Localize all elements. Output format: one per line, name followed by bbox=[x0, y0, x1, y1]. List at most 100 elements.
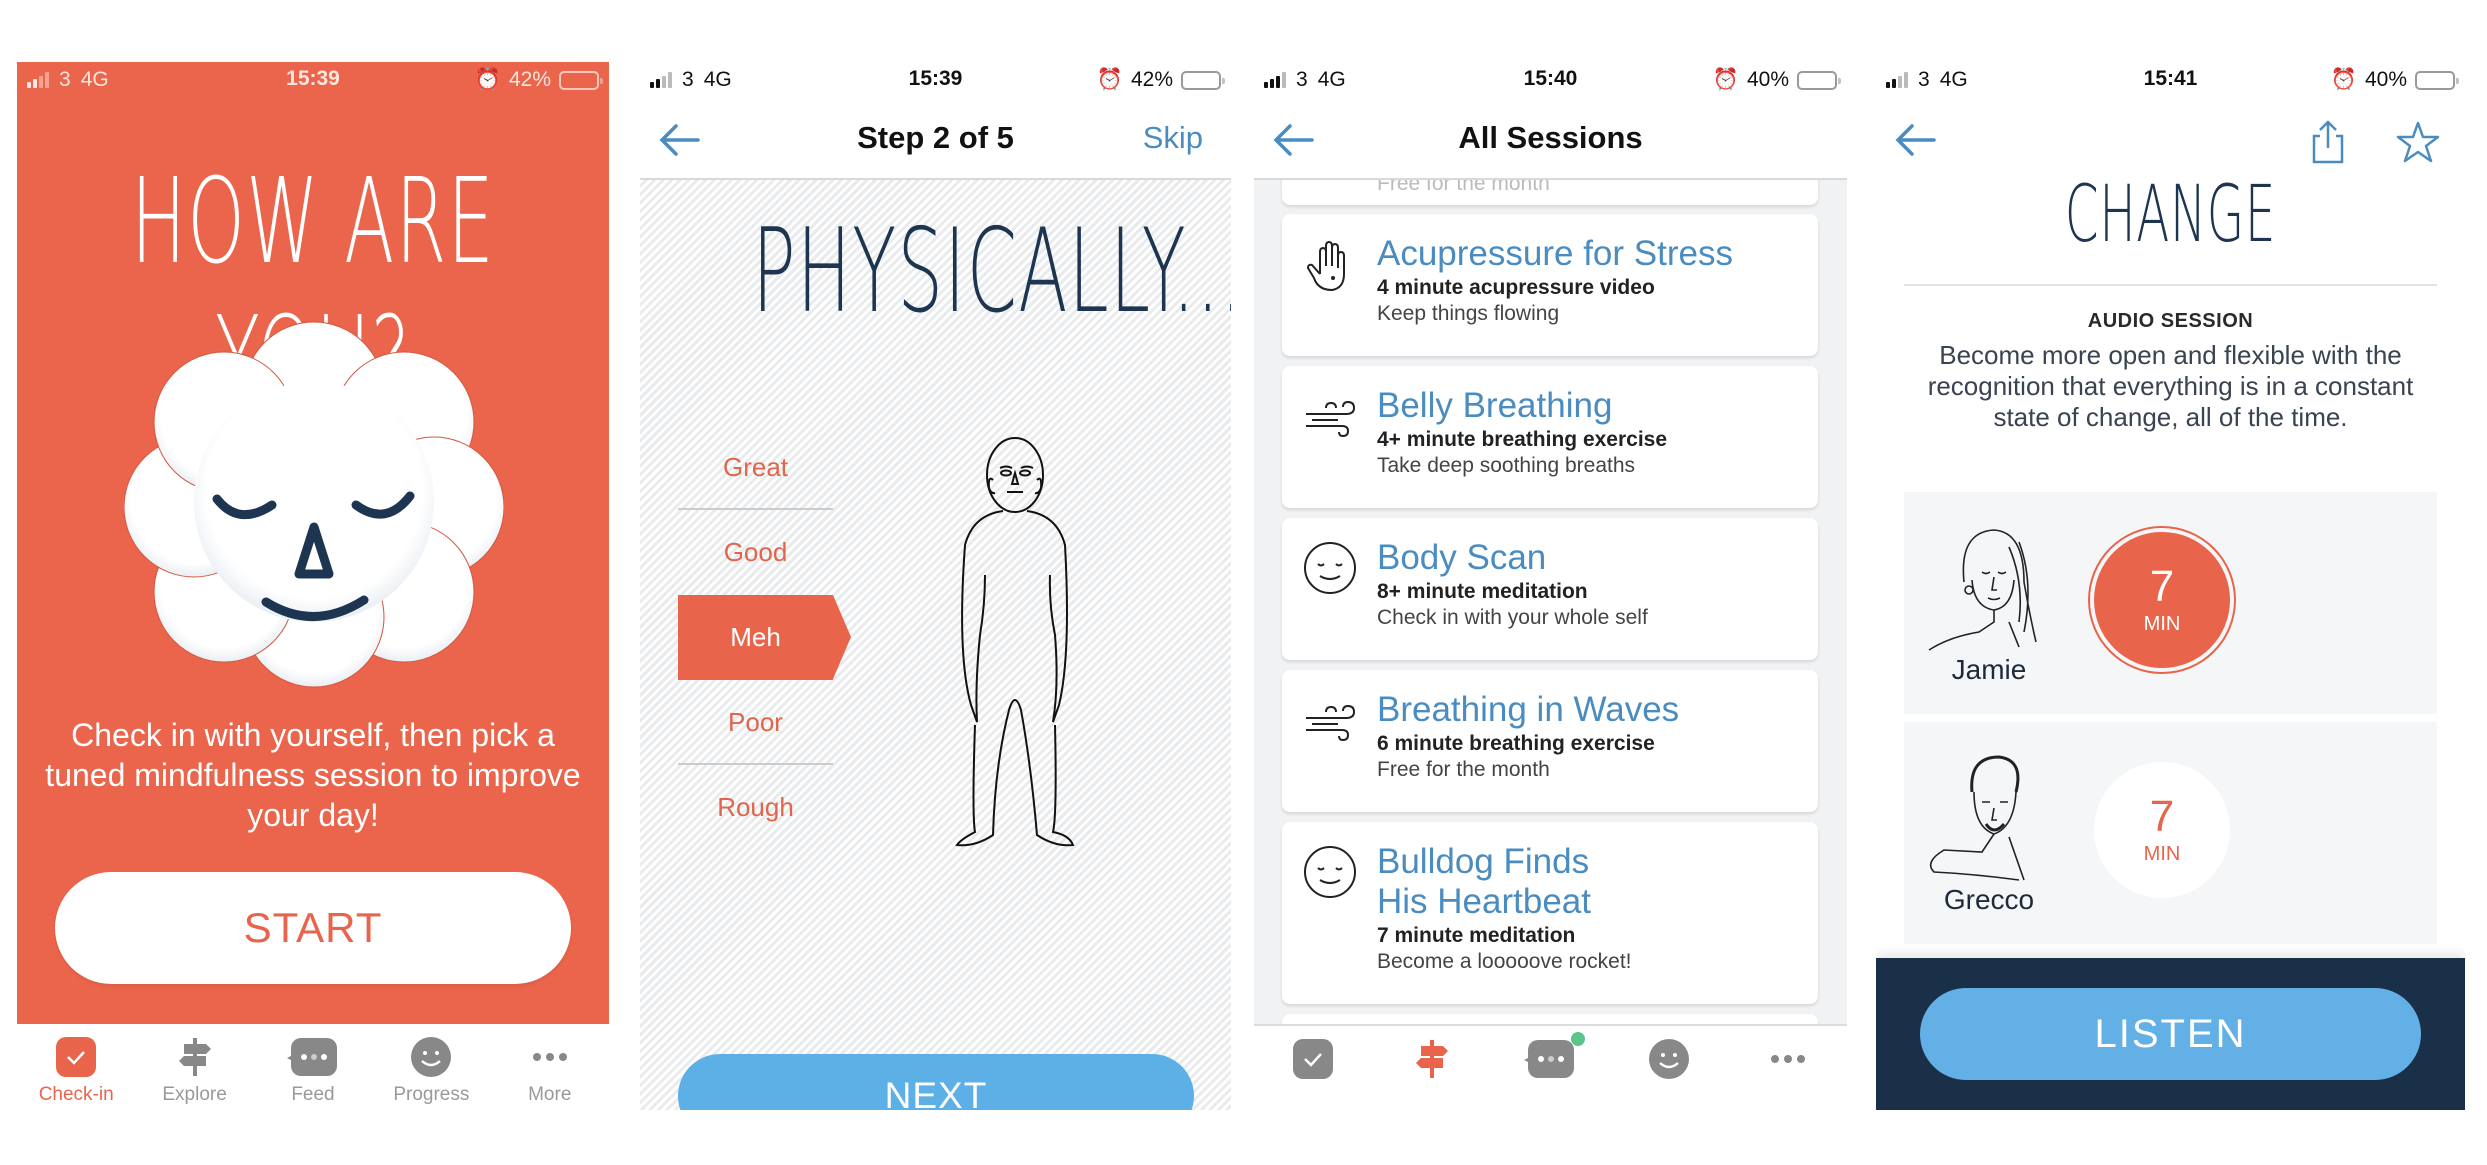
mood-selector: Great Good Meh Poor Rough bbox=[678, 425, 851, 850]
smiley-icon bbox=[411, 1037, 452, 1077]
tab-bar bbox=[1254, 1024, 1847, 1110]
session-card[interactable]: Acupressure for Stress 4 minute acupress… bbox=[1282, 214, 1818, 356]
session-title: CHANGE bbox=[2064, 170, 2277, 260]
session-title: Bulldog Finds His Heartbeat bbox=[1377, 842, 1591, 921]
start-button[interactable]: START bbox=[55, 872, 571, 984]
cloud-face-logo bbox=[124, 321, 504, 688]
calm-face-icon bbox=[1304, 846, 1356, 898]
wind-icon bbox=[1306, 704, 1356, 742]
mood-option-great[interactable]: Great bbox=[678, 425, 833, 510]
session-card[interactable]: Breathing in Waves 6 minute breathing ex… bbox=[1282, 670, 1818, 812]
guide-row-grecco[interactable]: Grecco 7 MIN bbox=[1904, 722, 2437, 944]
session-card-partial[interactable] bbox=[1282, 1014, 1818, 1024]
alarm-icon: ⏰ bbox=[474, 68, 501, 91]
mood-option-rough[interactable]: Rough bbox=[678, 765, 833, 850]
tab-explore[interactable] bbox=[1373, 1026, 1491, 1110]
session-duration: 8+ minute meditation bbox=[1377, 580, 1588, 603]
all-sessions-screen: 3 4G 15:40 ⏰ 40% Free for the month Acup… bbox=[1254, 62, 1847, 1110]
back-arrow-icon[interactable] bbox=[1894, 120, 1938, 160]
nav-bar: All Sessions bbox=[1254, 102, 1847, 180]
session-title: Belly Breathing bbox=[1377, 386, 1613, 425]
page-title: PHYSICALLY... bbox=[752, 204, 1231, 339]
check-in-icon bbox=[56, 1037, 97, 1077]
mood-option-poor[interactable]: Poor bbox=[678, 680, 833, 765]
tab-check-in[interactable] bbox=[1254, 1026, 1372, 1110]
status-bar: 3 4G 15:39 ⏰ 42% bbox=[17, 62, 609, 102]
tab-label: Feed bbox=[291, 1084, 335, 1105]
tab-progress[interactable] bbox=[1610, 1026, 1728, 1110]
session-list[interactable]: Free for the month Acupressure for Stres… bbox=[1254, 180, 1847, 1024]
tab-more[interactable]: More bbox=[491, 1024, 609, 1110]
session-card[interactable]: Belly Breathing 4+ minute breathing exer… bbox=[1282, 366, 1818, 508]
divider bbox=[1904, 284, 2437, 286]
tab-check-in[interactable]: Check-in bbox=[17, 1024, 135, 1110]
favorite-star-icon[interactable] bbox=[2396, 120, 2440, 164]
battery-icon bbox=[2415, 70, 2459, 90]
session-type-label: AUDIO SESSION bbox=[2087, 310, 2254, 332]
tab-explore[interactable]: Explore bbox=[136, 1024, 254, 1110]
tab-more[interactable] bbox=[1729, 1026, 1847, 1110]
more-dots-icon bbox=[1770, 1055, 1805, 1063]
battery-percent: 40% bbox=[2364, 68, 2407, 91]
chat-bubble-icon bbox=[286, 1038, 337, 1076]
signpost-icon bbox=[1415, 1040, 1448, 1078]
session-card[interactable]: Body Scan 8+ minute meditation Check in … bbox=[1282, 518, 1818, 660]
more-dots-icon bbox=[532, 1053, 567, 1061]
check-in-icon bbox=[1293, 1039, 1334, 1079]
tab-progress[interactable]: Progress bbox=[372, 1024, 490, 1110]
tab-feed[interactable] bbox=[1491, 1026, 1609, 1110]
session-desc: Become a looooove rocket! bbox=[1377, 950, 1632, 973]
battery-icon bbox=[559, 70, 603, 90]
session-duration: 7 minute meditation bbox=[1377, 924, 1576, 947]
guide-row-jamie[interactable]: Jamie 7 MIN bbox=[1904, 492, 2437, 714]
wind-icon bbox=[1306, 400, 1356, 438]
tab-label: Check-in bbox=[38, 1084, 114, 1105]
guide-name: Jamie bbox=[1951, 654, 2027, 685]
duration-unit: MIN bbox=[2143, 842, 2181, 865]
battery-percent: 42% bbox=[508, 68, 551, 91]
next-button[interactable]: NEXT bbox=[678, 1054, 1194, 1110]
tab-label: Explore bbox=[162, 1084, 227, 1105]
duration-value: 7 bbox=[2149, 561, 2175, 611]
nav-bar bbox=[1876, 102, 2465, 180]
session-detail-screen: 3 4G 15:41 ⏰ 40% CHANGE AUDIO SESSION Be… bbox=[1876, 62, 2465, 1110]
alarm-icon: ⏰ bbox=[2330, 68, 2357, 91]
tab-label: More bbox=[528, 1084, 572, 1105]
duration-option[interactable]: 7 MIN bbox=[2094, 762, 2230, 898]
skip-button[interactable]: Skip bbox=[1143, 120, 1203, 156]
session-description: Become more open and flexible with the r… bbox=[1927, 340, 2414, 432]
session-title: Breathing in Waves bbox=[1377, 690, 1680, 729]
listen-footer: LISTEN bbox=[1876, 958, 2465, 1110]
status-bar: 3 4G 15:40 ⏰ 40% bbox=[1254, 62, 1847, 102]
duration-option-selected[interactable]: 7 MIN bbox=[2094, 532, 2230, 668]
page-title: All Sessions bbox=[1458, 120, 1643, 155]
mood-option-good[interactable]: Good bbox=[678, 510, 833, 595]
session-title: Acupressure for Stress bbox=[1377, 234, 1733, 273]
session-title: Body Scan bbox=[1377, 538, 1547, 577]
session-desc: Keep things flowing bbox=[1377, 302, 1560, 325]
notification-badge bbox=[1571, 1032, 1586, 1046]
session-card-partial[interactable]: Free for the month bbox=[1282, 180, 1818, 205]
tagline: Check in with yourself, then pick a tune… bbox=[45, 717, 581, 833]
hand-icon bbox=[1306, 240, 1345, 292]
tab-feed[interactable]: Feed bbox=[254, 1024, 372, 1110]
guide-portrait-grecco bbox=[1929, 755, 2025, 881]
signpost-icon bbox=[178, 1038, 211, 1076]
body-figure-illustration bbox=[955, 437, 1075, 847]
session-card[interactable]: Bulldog Finds His Heartbeat 7 minute med… bbox=[1282, 822, 1818, 1004]
mood-option-meh[interactable]: Meh bbox=[678, 595, 851, 680]
share-icon[interactable] bbox=[2306, 120, 2350, 164]
mood-step-screen: 3 4G 15:39 ⏰ 42% Step 2 of 5 Skip PHYSIC… bbox=[640, 62, 1231, 1110]
session-duration: 6 minute breathing exercise bbox=[1377, 732, 1655, 755]
session-duration: 4+ minute breathing exercise bbox=[1377, 428, 1668, 451]
status-bar: 3 4G 15:39 ⏰ 42% bbox=[640, 62, 1231, 102]
duration-unit: MIN bbox=[2143, 612, 2181, 635]
duration-value: 7 bbox=[2149, 791, 2175, 841]
listen-button[interactable]: LISTEN bbox=[1920, 988, 2421, 1080]
tab-label: Progress bbox=[393, 1084, 470, 1105]
battery-icon bbox=[1797, 70, 1841, 90]
calm-face-icon bbox=[1304, 542, 1356, 594]
smiley-icon bbox=[1649, 1039, 1690, 1079]
session-desc: Free for the month bbox=[1377, 180, 1550, 195]
status-bar: 3 4G 15:41 ⏰ 40% bbox=[1876, 62, 2465, 102]
